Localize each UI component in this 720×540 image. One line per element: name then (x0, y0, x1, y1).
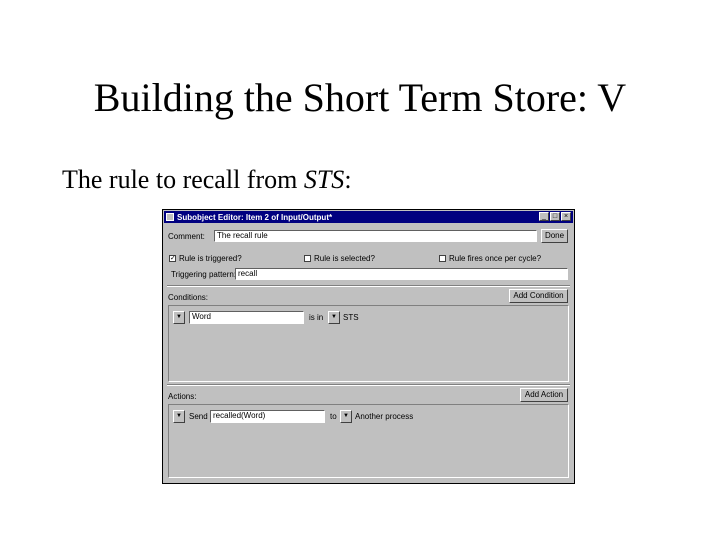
condition-value-field[interactable]: Word (189, 311, 304, 324)
window-app-icon (166, 213, 174, 221)
window-titlebar[interactable]: Subobject Editor: Item 2 of Input/Output… (164, 211, 573, 223)
once-per-cycle-label: Rule fires once per cycle? (449, 254, 542, 263)
action-preposition-label: to (330, 412, 337, 421)
window-title: Subobject Editor: Item 2 of Input/Output… (177, 212, 333, 222)
slide-title: Building the Short Term Store: V (93, 75, 627, 120)
subobject-editor-window: Subobject Editor: Item 2 of Input/Output… (162, 209, 575, 484)
actions-label: Actions: (168, 392, 197, 401)
conditions-divider (167, 285, 570, 287)
condition-relation-label: is in (309, 313, 324, 322)
condition-target-label: STS (343, 313, 359, 322)
add-condition-button[interactable]: Add Condition (509, 289, 568, 303)
actions-divider (167, 384, 570, 386)
action-target-dropdown[interactable]: ▼ (340, 410, 352, 423)
done-button[interactable]: Done (541, 229, 568, 243)
maximize-button[interactable]: □ (550, 212, 560, 221)
triggered-label: Rule is triggered? (179, 254, 242, 263)
action-value-field[interactable]: recalled(Word) (210, 410, 325, 423)
condition-row-dropdown[interactable]: ▼ (173, 311, 185, 324)
minimize-button[interactable]: _ (539, 212, 549, 221)
once-per-cycle-checkbox[interactable] (439, 255, 446, 262)
comment-field[interactable]: The recall rule (214, 230, 537, 242)
slide-text-emphasis: STS (303, 165, 345, 194)
slide-text-prefix: The rule to recall from (62, 165, 304, 194)
action-row-dropdown[interactable]: ▼ (173, 410, 185, 423)
action-verb-label: Send (189, 412, 208, 421)
add-action-button[interactable]: Add Action (520, 388, 568, 402)
condition-relation-dropdown[interactable]: ▼ (328, 311, 340, 324)
selected-checkbox[interactable] (304, 255, 311, 262)
close-button[interactable]: × (561, 212, 571, 221)
trigger-pattern-label: Triggering pattern: (171, 270, 237, 279)
comment-label: Comment: (168, 232, 205, 241)
trigger-pattern-field[interactable]: recall (235, 268, 568, 280)
triggered-checkbox[interactable]: ✓ (169, 255, 176, 262)
slide-text: The rule to recall from STS: (62, 165, 352, 195)
conditions-label: Conditions: (168, 293, 209, 302)
selected-label: Rule is selected? (314, 254, 375, 263)
action-target-label: Another process (355, 412, 414, 421)
actions-panel: ▼ Send recalled(Word) to ▼ Another proce… (168, 404, 569, 478)
conditions-panel: ▼ Word is in ▼ STS (168, 305, 569, 382)
slide-text-suffix: : (344, 165, 352, 194)
